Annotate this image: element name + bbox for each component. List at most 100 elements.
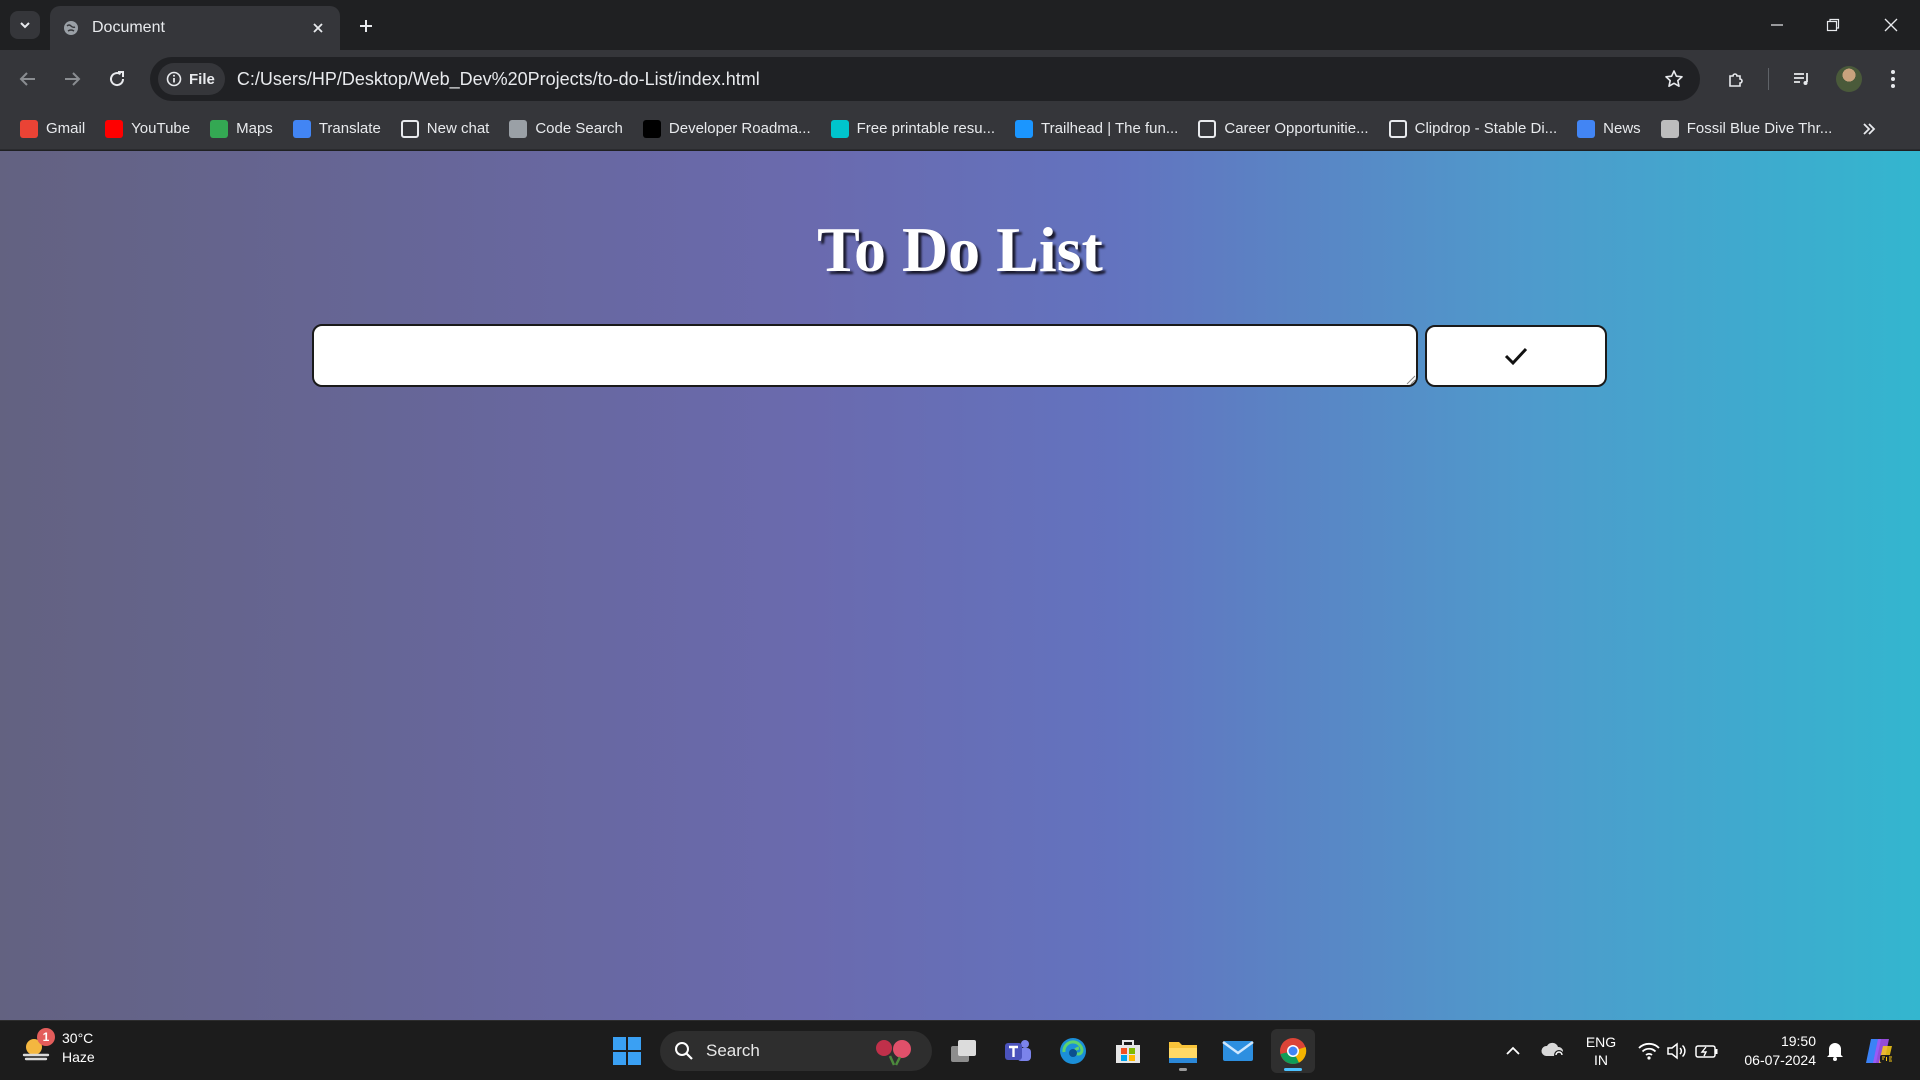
site-info-label: File [189,70,215,88]
taskbar-search[interactable]: Search [660,1031,932,1071]
weather-badge: 1 [37,1028,55,1046]
clock[interactable]: 19:50 06-07-2024 [1730,1033,1816,1069]
trailhead-icon [1015,119,1034,138]
search-label: Search [706,1041,760,1060]
bookmark-label: News [1603,120,1641,137]
tab-title: Document [92,19,165,36]
bookmark-item[interactable]: YouTube [97,114,198,144]
more-bookmarks-icon[interactable] [1854,114,1884,144]
weather-temperature: 30°C [62,1030,94,1046]
bookmark-label: Career Opportunitie... [1224,120,1369,137]
extensions-icon[interactable] [1720,63,1752,95]
teams-app[interactable] [996,1029,1040,1073]
weather-widget[interactable]: 1 30°C Haze [20,1028,95,1067]
forward-button[interactable] [56,63,88,95]
profile-avatar[interactable] [1836,66,1862,92]
globe-icon [62,19,80,37]
clipdrop-icon [1388,119,1407,138]
bookmark-label: Gmail [46,120,86,137]
minimize-button[interactable] [1757,8,1797,42]
reload-button[interactable] [101,63,133,95]
language-indicator[interactable]: ENG IN [1578,1033,1624,1069]
volume-tray[interactable] [1664,1033,1690,1069]
close-window-button[interactable] [1871,8,1911,42]
edge-app[interactable] [1051,1029,1095,1073]
bookmark-item[interactable]: News [1569,114,1649,144]
battery-tray[interactable] [1694,1033,1720,1069]
weather-condition: Haze [62,1049,95,1065]
cloud-sync-icon [1541,1042,1564,1060]
search-icon [675,1042,693,1060]
bookmark-label: Translate [318,120,381,137]
bookmark-item[interactable]: Clipdrop - Stable Di... [1381,114,1566,144]
back-button[interactable] [12,63,44,95]
browser-menu-icon[interactable] [1877,63,1909,95]
wifi-tray[interactable] [1636,1033,1662,1069]
bookmark-item[interactable]: Gmail [12,114,93,144]
start-button[interactable] [605,1029,649,1073]
browser-toolbar: File C:/Users/HP/Desktop/Web_Dev%20Proje… [0,50,1920,108]
arrow-right-icon [65,72,81,86]
resize-handle-icon[interactable] [1404,373,1416,385]
notifications-button[interactable] [1824,1033,1846,1069]
fossil-icon [1660,119,1679,138]
bookmark-label: YouTube [131,120,191,137]
restore-button[interactable] [1813,8,1853,42]
chevron-up-icon [1506,1046,1520,1055]
chrome-app[interactable] [1271,1029,1315,1073]
mail-icon [1222,1040,1254,1061]
store-icon [1116,1040,1140,1063]
show-hidden-icons[interactable] [1500,1033,1526,1069]
bell-icon [1827,1043,1843,1061]
speaker-icon [1667,1042,1686,1060]
todo-input[interactable] [312,324,1418,387]
mail-app[interactable] [1216,1029,1260,1073]
bookmark-item[interactable]: Maps [202,114,281,144]
site-info-chip[interactable]: File [158,63,225,95]
roses-icon [876,1040,911,1066]
bookmark-item[interactable]: Free printable resu... [823,114,1003,144]
language-region: IN [1594,1052,1608,1068]
file-explorer-app[interactable] [1161,1029,1205,1073]
bookmark-item[interactable]: Trailhead | The fun... [1007,114,1186,144]
career-icon [1198,119,1217,138]
microsoft-store-app[interactable] [1106,1029,1150,1073]
bookmark-item[interactable]: Code Search [501,114,631,144]
roadmap-icon [642,119,661,138]
bookmark-item[interactable]: Translate [285,114,389,144]
gmail-icon [20,119,38,138]
new-tab-button[interactable] [352,12,380,40]
bookmark-label: New chat [426,120,490,137]
canva-icon [830,119,849,138]
bookmark-label: Trailhead | The fun... [1041,120,1179,137]
bookmark-item[interactable]: New chat [393,114,498,144]
chrome-icon [1280,1038,1307,1064]
chatgpt-icon [400,119,419,138]
task-view-button[interactable] [942,1029,986,1073]
check-icon [1504,347,1528,366]
close-tab-icon[interactable] [308,18,328,38]
bookmarks-bar: Gmail YouTube Maps Translate New chat Code Se… [0,108,1920,150]
bookmark-item[interactable]: Developer Roadma... [635,114,819,144]
folder-icon [1169,1042,1197,1063]
code-search-icon [509,119,528,138]
bookmark-item[interactable]: Career Opportunitie... [1190,114,1376,144]
bookmark-label: Fossil Blue Dive Thr... [1686,120,1833,137]
plus-icon [360,20,372,32]
translate-icon [292,119,311,138]
active-indicator [1284,1068,1302,1071]
bookmark-label: Code Search [535,120,623,137]
add-task-button[interactable] [1425,325,1607,387]
copilot-button[interactable] [1862,1033,1896,1069]
task-view-icon [951,1040,976,1062]
url-text[interactable]: C:/Users/HP/Desktop/Web_Dev%20Projects/t… [237,69,1656,90]
media-control-icon[interactable] [1786,63,1818,95]
bookmark-item[interactable]: Fossil Blue Dive Thr... [1653,114,1841,144]
onedrive-tray[interactable] [1538,1033,1568,1069]
browser-tab[interactable]: Document [50,6,340,50]
address-bar[interactable]: File C:/Users/HP/Desktop/Web_Dev%20Proje… [150,57,1700,101]
weather-haze-icon: 1 [20,1028,55,1065]
bookmark-star-icon[interactable] [1656,61,1692,97]
teams-icon [1005,1040,1031,1061]
tab-search-button[interactable] [10,11,40,39]
